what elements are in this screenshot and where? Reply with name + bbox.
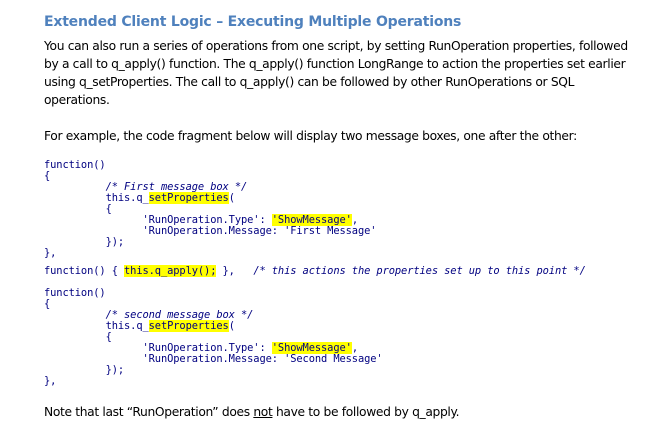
intro-line: You can also run a series of operations … [44,39,628,53]
apply-line: function() { this.q_apply(); }, /* this … [44,265,586,277]
underlined-not: not [253,405,273,419]
section-heading: Extended Client Logic – Executing Multip… [44,14,462,30]
code-comment: /* this actions the properties set up to… [253,265,586,277]
code-block-2: function() { /* second message box */ th… [44,287,383,387]
highlight-setproperties: setProperties [148,192,229,204]
example-intro: For example, the code fragment below wil… [44,129,577,143]
code-block-1: function() { /* First message box */ thi… [44,159,377,259]
intro-line: using q_setProperties. The call to q_app… [44,75,575,89]
note-paragraph: Note that last “RunOperation” does not h… [44,405,460,419]
intro-line: by a call to q_apply() function. The q_a… [44,57,626,71]
intro-paragraph: You can also run a series of operations … [44,37,656,109]
highlight-apply: this.q_apply(); [124,265,217,277]
intro-line: operations. [44,93,110,107]
highlight-setproperties: setProperties [148,320,229,332]
